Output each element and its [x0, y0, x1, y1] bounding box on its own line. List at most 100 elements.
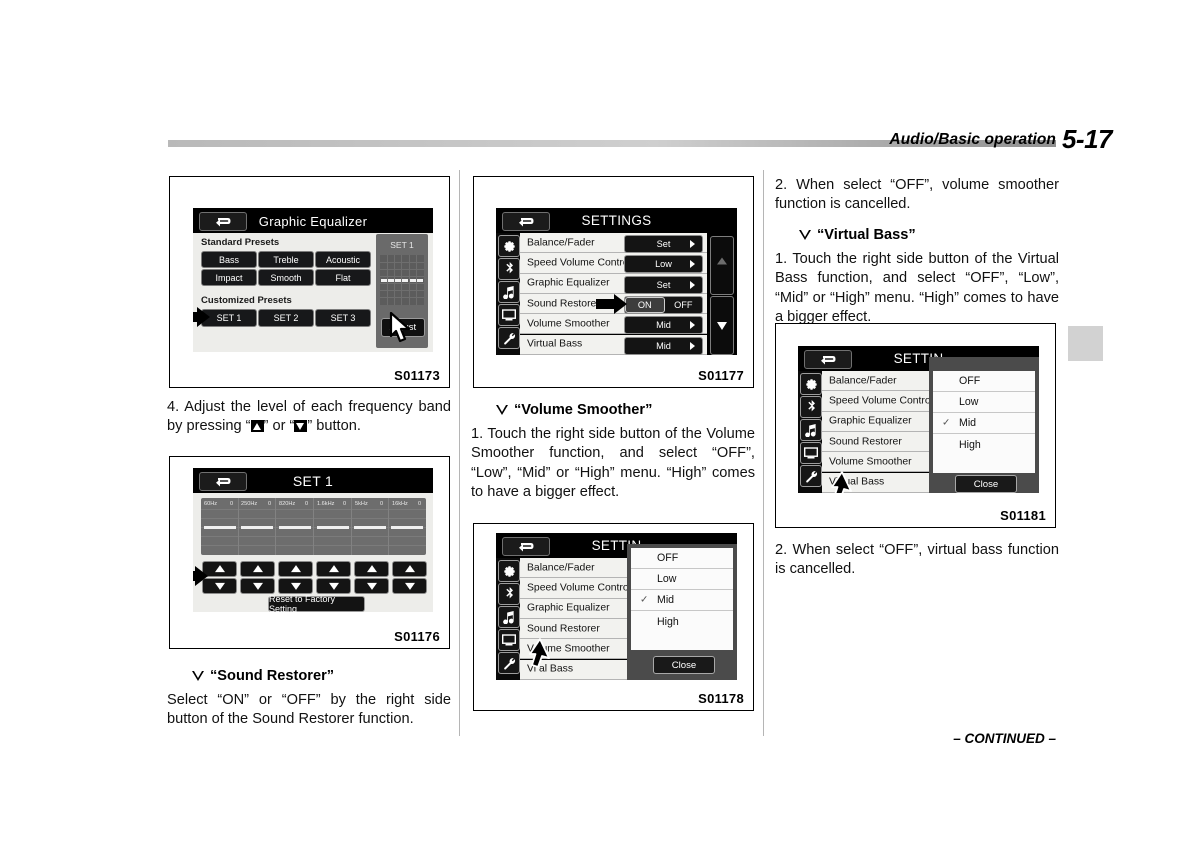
row-value-button[interactable]: Low: [624, 255, 703, 274]
equalizer-graph: 60Hz 0 250Hz 0 820Hz 0 1.6kHz 0 5kHz 0 1…: [201, 498, 426, 555]
sound-restorer-toggle[interactable]: ON OFF: [624, 295, 703, 314]
sidebar-icon-wrench[interactable]: [498, 327, 520, 349]
band-down-4[interactable]: [316, 578, 351, 594]
option-label: High: [657, 615, 679, 628]
preset-set-3[interactable]: SET 3: [315, 309, 371, 327]
preset-smooth[interactable]: Smooth: [258, 269, 314, 286]
heading-text: “Volume Smoother”: [514, 402, 653, 418]
sidebar-icon-bluetooth[interactable]: [498, 258, 520, 280]
music-note-icon: [503, 285, 514, 299]
settings-row-volume-smoother[interactable]: Volume Smoother Mid: [520, 314, 707, 335]
scroll-up-button[interactable]: [710, 236, 734, 295]
back-button[interactable]: [502, 537, 550, 556]
sidebar-icon-display[interactable]: [800, 442, 822, 464]
band-value-1: 0: [230, 501, 234, 507]
sidebar-icon-gear[interactable]: [498, 560, 520, 582]
sidebar-icon-music-note[interactable]: [800, 419, 822, 441]
check-icon: ✓: [942, 417, 951, 429]
bluetooth-icon: [505, 587, 513, 599]
band-value-2: 0: [268, 501, 272, 507]
bluetooth-icon: [505, 262, 513, 274]
sidebar-icon-gear[interactable]: [800, 373, 822, 395]
preset-treble[interactable]: Treble: [258, 251, 314, 268]
chevron-right-icon: [690, 321, 695, 330]
scroll-down-button[interactable]: [710, 296, 734, 355]
sidebar-icon-wrench[interactable]: [498, 652, 520, 674]
sidebar-icon-display[interactable]: [498, 629, 520, 651]
sound-restorer-body: Select “ON” or “OFF” by the right side b…: [167, 692, 451, 728]
check-icon: ✓: [640, 594, 649, 606]
preset-impact[interactable]: Impact: [201, 269, 257, 286]
reset-to-factory-setting-button[interactable]: Reset to Factory Setting: [268, 594, 365, 612]
close-button[interactable]: Close: [653, 656, 715, 674]
band-label-4: 1.6kHz: [317, 501, 335, 507]
figure-settings-list: SETTINGS Balance/Fader Set Speed Volume …: [473, 176, 754, 388]
callout-arrow-updown: [193, 566, 209, 586]
band-value-3: 0: [305, 501, 309, 507]
toggle-off[interactable]: OFF: [665, 297, 703, 313]
settings-row-speed-volume-control[interactable]: Speed Volume Control Low: [520, 253, 707, 274]
back-button[interactable]: [199, 212, 247, 231]
band-up-4[interactable]: [316, 561, 351, 577]
volume-smoother-heading: “Volume Smoother”: [496, 402, 652, 418]
preset-flat[interactable]: Flat: [315, 269, 371, 286]
settings-row-balance-fader[interactable]: Balance/Fader Set: [520, 233, 707, 254]
band-up-3[interactable]: [278, 561, 313, 577]
preset-acoustic[interactable]: Acoustic: [315, 251, 371, 268]
popup-option-off[interactable]: OFF: [933, 371, 1035, 392]
row-value-button[interactable]: Mid: [624, 316, 703, 335]
sidebar-icon-music-note[interactable]: [498, 606, 520, 628]
figure-set1-adjust: SET 1 60Hz 0 250Hz 0 820Hz 0 1.6kHz 0 5k…: [169, 456, 450, 649]
back-button[interactable]: [199, 472, 247, 491]
wrench-icon: [503, 332, 515, 344]
eq-preview-graph: [380, 255, 424, 305]
popup-option-off[interactable]: OFF: [631, 548, 733, 569]
row-value-button[interactable]: Set: [624, 235, 703, 253]
row-value-button[interactable]: Set: [624, 275, 703, 294]
sidebar-icon-bluetooth[interactable]: [498, 583, 520, 605]
settings-row-virtual-bass[interactable]: Virtual Bass Mid: [520, 334, 707, 355]
band-down-6[interactable]: [392, 578, 427, 594]
row-label: Volume Smoother: [527, 318, 610, 330]
sidebar-icon-bluetooth[interactable]: [800, 396, 822, 418]
header-section-title: Audio/Basic operation: [889, 131, 1056, 148]
band-down-2[interactable]: [240, 578, 275, 594]
row-label: Sound Restorer: [829, 436, 902, 448]
close-button[interactable]: Close: [955, 475, 1017, 493]
band-down-5[interactable]: [354, 578, 389, 594]
band-up-5[interactable]: [354, 561, 389, 577]
back-button[interactable]: [804, 350, 852, 369]
sidebar-icon-wrench[interactable]: [800, 465, 822, 487]
popup-option-high[interactable]: High: [933, 434, 1035, 455]
preset-set-2[interactable]: SET 2: [258, 309, 314, 327]
settings-row-graphic-equalizer[interactable]: Graphic Equalizer Set: [520, 273, 707, 294]
touch-cursor-adjust: [388, 312, 414, 344]
sidebar-icon-music-note[interactable]: [498, 281, 520, 303]
back-button[interactable]: [502, 212, 550, 231]
virtual-bass-heading: “Virtual Bass”: [799, 227, 916, 243]
preset-bass[interactable]: Bass: [201, 251, 257, 268]
band-up-6[interactable]: [392, 561, 427, 577]
popup-option-low[interactable]: Low: [933, 392, 1035, 413]
virtual-bass-popup: OFF Low ✓ Mid High Close: [929, 357, 1039, 493]
popup-option-high[interactable]: High: [631, 611, 733, 632]
callout-arrow-sound-restorer: [596, 294, 628, 314]
popup-option-mid[interactable]: ✓ Mid: [933, 413, 1035, 434]
band-label-3: 820Hz: [279, 501, 296, 507]
toggle-on[interactable]: ON: [625, 296, 665, 313]
popup-option-low[interactable]: Low: [631, 569, 733, 590]
popup-option-mid[interactable]: ✓ Mid: [631, 590, 733, 611]
sidebar-icon-gear[interactable]: [498, 235, 520, 257]
screen-graphic-equalizer: Graphic Equalizer Standard Presets Bass …: [193, 208, 433, 352]
back-arrow-icon: [820, 355, 835, 364]
row-value-button[interactable]: Mid: [624, 336, 703, 355]
sidebar-icon-display[interactable]: [498, 304, 520, 326]
option-label: Mid: [657, 594, 675, 606]
back-arrow-icon: [518, 542, 533, 551]
chevron-right-icon: [690, 341, 695, 350]
customized-presets-label: Customized Presets: [201, 295, 292, 306]
band-up-2[interactable]: [240, 561, 275, 577]
option-label: High: [959, 438, 981, 451]
row-label: Virtual Bass: [527, 338, 583, 350]
band-down-3[interactable]: [278, 578, 313, 594]
